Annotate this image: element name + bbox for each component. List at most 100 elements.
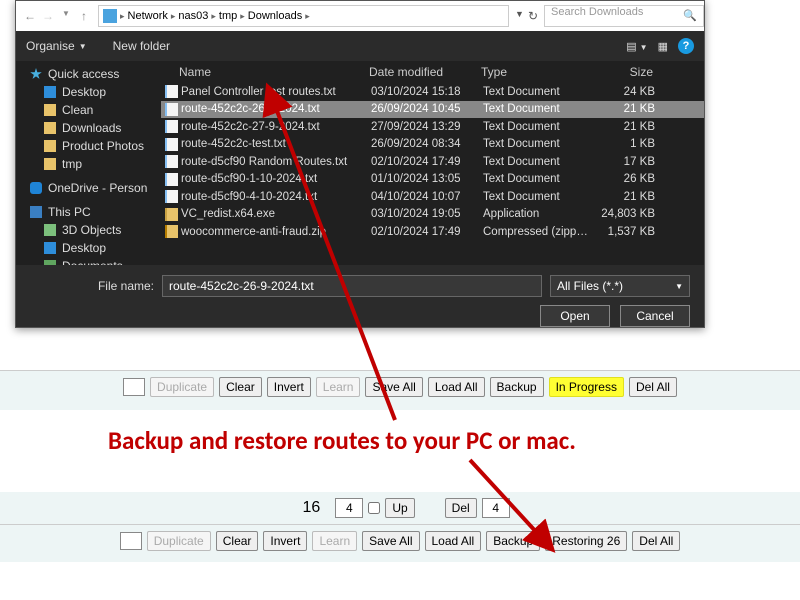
refresh-icon[interactable]: ↻	[528, 9, 538, 23]
save-all-button[interactable]: Save All	[365, 377, 422, 397]
sidebar-item[interactable]: 3D Objects	[16, 221, 161, 239]
view-details-icon[interactable]: ▦	[658, 40, 668, 53]
search-input[interactable]: Search Downloads 🔍	[544, 5, 704, 27]
backup-button[interactable]: Backup	[490, 377, 544, 397]
clear-button[interactable]: Clear	[219, 377, 262, 397]
nav-forward-icon[interactable]: →	[40, 9, 56, 23]
col-type[interactable]: Type	[481, 65, 593, 79]
invert-button[interactable]: Invert	[267, 377, 311, 397]
backup-button[interactable]: Backup	[486, 531, 540, 551]
sidebar-quick-access[interactable]: Quick access	[16, 65, 161, 83]
load-all-button[interactable]: Load All	[428, 377, 485, 397]
file-row[interactable]: route-452c2c-26-9-2024.txt26/09/2024 10:…	[161, 101, 704, 119]
col-size[interactable]: Size	[593, 65, 663, 79]
sidebar-item[interactable]: tmp	[16, 155, 161, 173]
file-date: 27/09/2024 13:29	[371, 121, 483, 133]
folder-icon	[44, 260, 56, 265]
crumb[interactable]: nas03	[178, 10, 208, 22]
col-name[interactable]: Name	[179, 65, 369, 79]
nav-back-icon[interactable]: ←	[22, 9, 38, 23]
duplicate-button[interactable]: Duplicate	[147, 531, 211, 551]
file-name: route-452c2c-26-9-2024.txt	[181, 103, 371, 115]
value-right-input[interactable]	[482, 498, 510, 518]
view-list-icon[interactable]: ▤ ▼	[626, 40, 647, 53]
del-all-button[interactable]: Del All	[632, 531, 680, 551]
file-type: Application	[483, 208, 595, 220]
file-row[interactable]: VC_redist.x64.exe03/10/2024 19:05Applica…	[161, 206, 704, 224]
cancel-button[interactable]: Cancel	[620, 305, 690, 327]
sidebar-item[interactable]: Downloads	[16, 119, 161, 137]
file-name-label: File name:	[30, 279, 154, 293]
file-date: 02/10/2024 17:49	[371, 226, 483, 238]
chevron-down-icon: ▼	[79, 42, 87, 51]
file-icon	[165, 208, 178, 221]
sidebar-onedrive[interactable]: OneDrive - Person	[16, 179, 161, 197]
file-size: 1,537 KB	[595, 226, 665, 238]
file-icon	[165, 173, 178, 186]
organise-menu[interactable]: Organise ▼	[26, 39, 87, 53]
sidebar-item[interactable]: Product Photos	[16, 137, 161, 155]
sidebar-item[interactable]: Desktop	[16, 83, 161, 101]
file-row[interactable]: Panel Controller test routes.txt03/10/20…	[161, 83, 704, 101]
load-all-button[interactable]: Load All	[425, 531, 482, 551]
value-left-input[interactable]	[335, 498, 363, 518]
file-row[interactable]: route-d5cf90 Random Routes.txt02/10/2024…	[161, 153, 704, 171]
folder-icon	[44, 122, 56, 134]
file-list-area: Name Date modified Type Size Panel Contr…	[161, 61, 704, 265]
duplicate-button[interactable]: Duplicate	[150, 377, 214, 397]
crumb[interactable]: tmp	[219, 10, 237, 22]
file-name-input[interactable]	[162, 275, 542, 297]
crumb[interactable]: Downloads	[248, 10, 302, 22]
file-list[interactable]: Panel Controller test routes.txt03/10/20…	[161, 83, 704, 265]
column-headers[interactable]: Name Date modified Type Size	[161, 61, 704, 83]
file-date: 02/10/2024 17:49	[371, 156, 483, 168]
del-button[interactable]: Del	[445, 498, 477, 518]
file-row[interactable]: woocommerce-anti-fraud.zip02/10/2024 17:…	[161, 223, 704, 241]
dialog-toolbar: Organise ▼ New folder ▤ ▼ ▦ ?	[16, 31, 704, 61]
file-row[interactable]: route-d5cf90-4-10-2024.txt04/10/2024 10:…	[161, 188, 704, 206]
chevron-down-icon: ▼	[675, 282, 683, 291]
file-name: Panel Controller test routes.txt	[181, 86, 371, 98]
file-row[interactable]: route-452c2c-27-9-2024.txt27/09/2024 13:…	[161, 118, 704, 136]
learn-button[interactable]: Learn	[312, 531, 357, 551]
save-all-button[interactable]: Save All	[362, 531, 419, 551]
up-button[interactable]: Up	[385, 498, 414, 518]
file-size: 1 KB	[595, 138, 665, 150]
file-name: woocommerce-anti-fraud.zip	[181, 226, 371, 238]
restoring-status[interactable]: Restoring 26	[545, 531, 627, 551]
invert-button[interactable]: Invert	[263, 531, 307, 551]
sidebar-item[interactable]: Desktop	[16, 239, 161, 257]
sidebar-this-pc[interactable]: This PC	[16, 203, 161, 221]
row-checkbox[interactable]	[368, 502, 380, 514]
file-type: Text Document	[483, 121, 595, 133]
file-row[interactable]: route-d5cf90-1-10-2024.txt01/10/2024 13:…	[161, 171, 704, 189]
file-row[interactable]: route-452c2c-test.txt26/09/2024 08:34Tex…	[161, 136, 704, 154]
file-type: Text Document	[483, 103, 595, 115]
nav-up-icon[interactable]: ↑	[76, 9, 92, 23]
file-date: 04/10/2024 10:07	[371, 191, 483, 203]
file-icon	[165, 103, 178, 116]
sidebar-item[interactable]: Documents	[16, 257, 161, 265]
open-button[interactable]: Open	[540, 305, 610, 327]
sidebar-item[interactable]: Clean	[16, 101, 161, 119]
help-icon[interactable]: ?	[678, 38, 694, 54]
cloud-icon	[30, 182, 42, 194]
route-num-input[interactable]	[120, 532, 142, 550]
crumb[interactable]: Network	[128, 10, 168, 22]
file-size: 21 KB	[595, 121, 665, 133]
new-folder-button[interactable]: New folder	[113, 39, 170, 53]
route-num-input[interactable]	[123, 378, 145, 396]
nav-recent-icon[interactable]: ▼	[58, 9, 74, 23]
breadcrumb-dropdown-icon[interactable]: ▼	[515, 9, 524, 23]
file-filter-select[interactable]: All Files (*.*)▼	[550, 275, 690, 297]
folder-icon	[44, 158, 56, 170]
learn-button[interactable]: Learn	[316, 377, 361, 397]
file-icon	[165, 120, 178, 133]
col-date[interactable]: Date modified	[369, 65, 481, 79]
file-name: route-d5cf90 Random Routes.txt	[181, 156, 371, 168]
file-name: route-452c2c-test.txt	[181, 138, 371, 150]
clear-button[interactable]: Clear	[216, 531, 259, 551]
breadcrumb[interactable]: ▸ Network▸ nas03▸ tmp▸ Downloads▸	[98, 5, 509, 27]
status-badge: In Progress	[549, 377, 624, 397]
del-all-button[interactable]: Del All	[629, 377, 677, 397]
